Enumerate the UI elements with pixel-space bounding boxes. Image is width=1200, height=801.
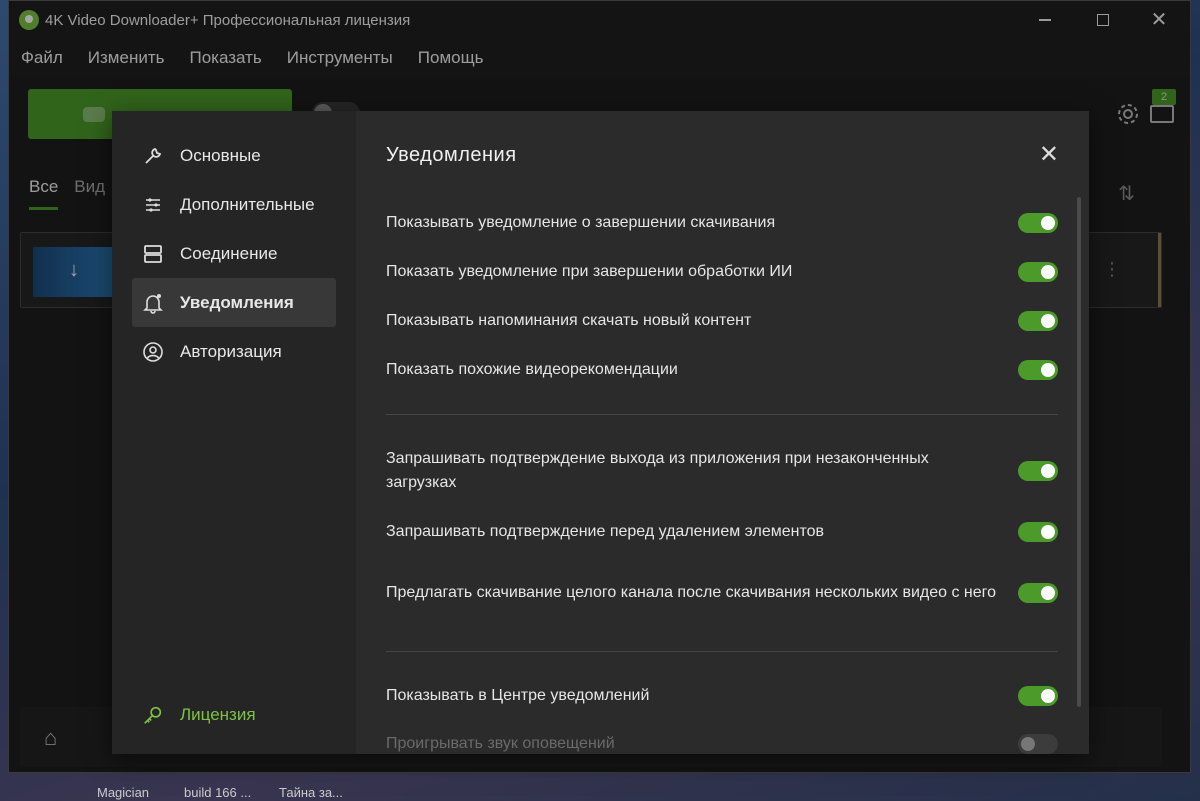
group-divider: [386, 414, 1058, 415]
wrench-icon: [142, 145, 164, 167]
settings-content: Уведомления ✕ Показывать уведомление о з…: [356, 111, 1089, 754]
setting-row: Проигрывать звук оповещений: [386, 720, 1058, 754]
setting-row: Предлагать скачивание целого канала посл…: [386, 557, 1058, 629]
license-label: Лицензия: [180, 705, 256, 724]
taskbar-label[interactable]: Тайна за...: [279, 785, 343, 800]
setting-toggle[interactable]: [1018, 310, 1058, 331]
setting-label: Показывать напоминания скачать новый кон…: [386, 311, 752, 329]
setting-toggle[interactable]: [1018, 734, 1058, 754]
setting-label: Предлагать скачивание целого канала посл…: [386, 584, 997, 601]
setting-label: Запрашивать подтверждение перед удаление…: [386, 523, 824, 540]
group-divider: [386, 651, 1058, 652]
taskbar-label[interactable]: build 166 ...: [184, 785, 251, 800]
setting-toggle[interactable]: [1018, 261, 1058, 282]
nav-item-label: Уведомления: [180, 292, 294, 312]
section-title: Уведомления: [386, 144, 517, 166]
setting-label: Показывать уведомление о завершении скач…: [386, 214, 776, 231]
content-scrollbar[interactable]: [1077, 197, 1081, 707]
setting-toggle[interactable]: [1018, 461, 1058, 481]
nav-item-label: Основные: [180, 145, 261, 165]
setting-label: Показывать в Центре уведомлений: [386, 687, 650, 704]
setting-row: Запрашивать подтверждение выхода из прил…: [386, 435, 1058, 507]
sliders-icon: [142, 194, 164, 216]
setting-row: Запрашивать подтверждение перед удаление…: [386, 507, 1058, 557]
nav-item-label: Авторизация: [180, 341, 282, 361]
setting-label: Показать уведомление при завершении обра…: [386, 262, 793, 280]
key-icon: [142, 704, 164, 726]
setting-label: Запрашивать подтверждение выхода из прил…: [386, 450, 929, 491]
setting-toggle[interactable]: [1018, 522, 1058, 542]
setting-toggle[interactable]: [1018, 686, 1058, 706]
setting-label: Проигрывать звук оповещений: [386, 735, 615, 752]
setting-row: Показывать напоминания скачать новый кон…: [386, 296, 1058, 345]
close-dialog-icon[interactable]: ✕: [1039, 143, 1059, 167]
bell-icon: [142, 292, 164, 314]
nav-item-advanced[interactable]: Дополнительные: [132, 180, 336, 229]
user-circle-icon: [142, 341, 164, 363]
setting-row: Показать уведомление при завершении обра…: [386, 247, 1058, 296]
settings-sidebar: Основные Дополнительные Соединение Уведо…: [112, 111, 356, 754]
setting-row: Показать похожие видеорекомендации: [386, 345, 1058, 394]
nav-item-label: Дополнительные: [180, 194, 315, 214]
settings-dialog: Основные Дополнительные Соединение Уведо…: [112, 111, 1089, 754]
taskbar-labels: Magician build 166 ... Тайна за...: [0, 784, 1200, 801]
nav-item-connection[interactable]: Соединение: [132, 229, 336, 278]
license-link[interactable]: Лицензия: [142, 704, 256, 726]
setting-row: Показывать в Центре уведомлений: [386, 672, 1058, 720]
settings-list: Показывать уведомление о завершении скач…: [386, 199, 1058, 754]
nav-item-general[interactable]: Основные: [132, 131, 336, 180]
server-icon: [142, 243, 164, 265]
nav-item-label: Соединение: [180, 243, 278, 263]
taskbar-label[interactable]: Magician: [97, 785, 149, 800]
setting-toggle[interactable]: [1018, 213, 1058, 233]
nav-item-notifications[interactable]: Уведомления: [132, 278, 336, 327]
setting-toggle[interactable]: [1018, 359, 1058, 380]
setting-label: Показать похожие видеорекомендации: [386, 360, 678, 378]
nav-item-authorization[interactable]: Авторизация: [132, 327, 336, 376]
setting-row: Показывать уведомление о завершении скач…: [386, 199, 1058, 247]
setting-toggle[interactable]: [1018, 583, 1058, 603]
